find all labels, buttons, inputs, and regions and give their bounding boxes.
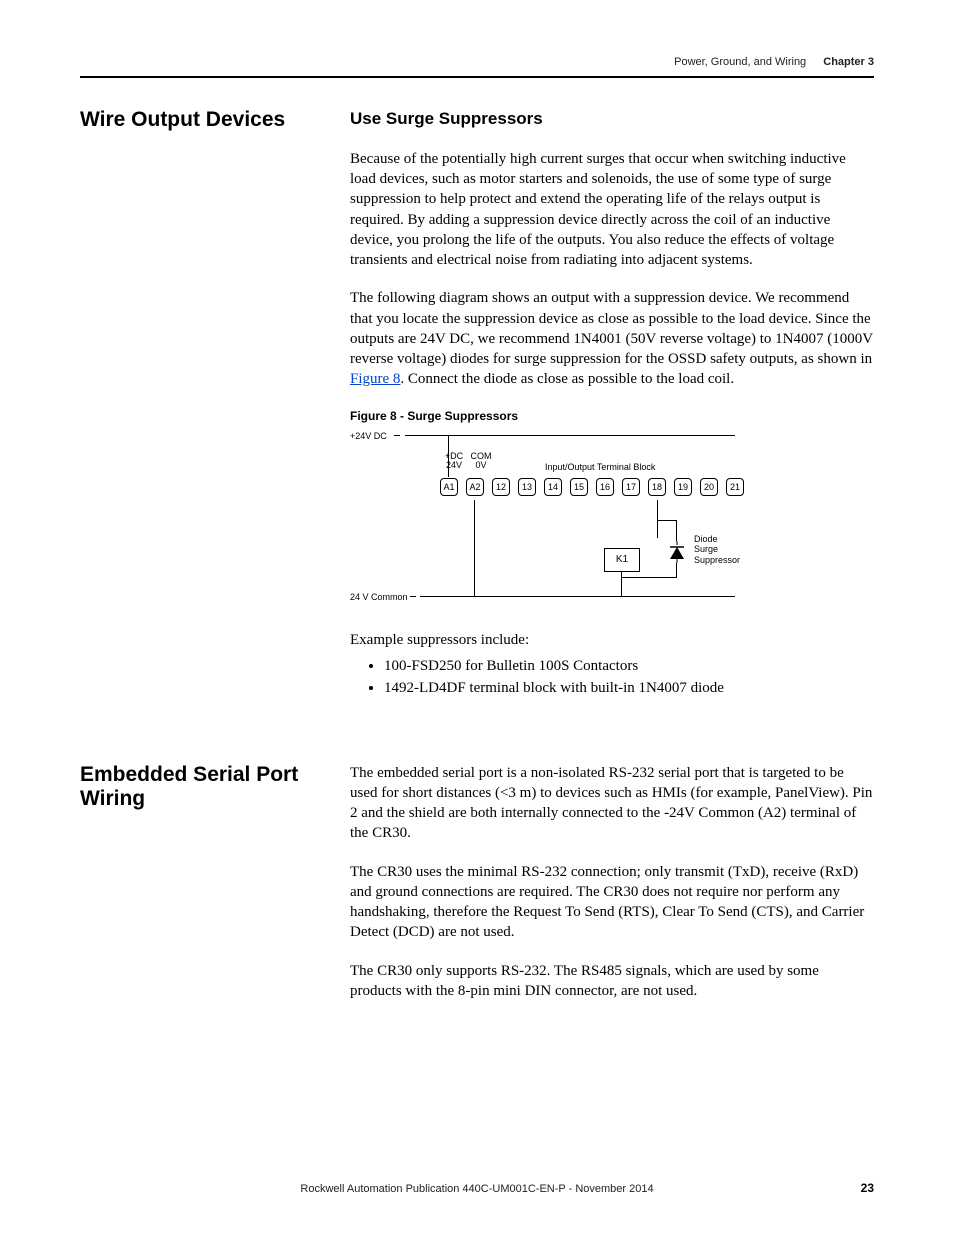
section1-body: Use Surge Suppressors Because of the pot…: [350, 108, 874, 717]
figure-8-diagram: +24V DC +DC 24V COM 0V Input/Output Term…: [350, 426, 780, 616]
header-chapter: Chapter 3: [823, 56, 874, 68]
header-rule: [80, 76, 874, 78]
wire-18-to-k1: [657, 500, 658, 538]
list-item: 1492-LD4DF terminal block with built-in …: [384, 678, 874, 698]
wire-bottom-rail: [420, 596, 735, 597]
examples-intro: Example suppressors include:: [350, 630, 874, 650]
terminal-19: 19: [674, 478, 692, 496]
terminal-14: 14: [544, 478, 562, 496]
footer-publication: Rockwell Automation Publication 440C-UM0…: [80, 1183, 874, 1195]
wire-branch-top: [657, 520, 677, 521]
sidehead-serial-port: Embedded Serial Port Wiring: [80, 763, 350, 811]
wire: [410, 596, 416, 597]
label-diode-suppressor: Diode Surge Suppressor: [694, 534, 740, 565]
label-24v-common: 24 V Common: [350, 591, 408, 603]
wire-k1-down: [621, 571, 622, 596]
wire-a1-up: [448, 435, 449, 477]
para-s2-p2: The CR30 uses the minimal RS-232 connect…: [350, 862, 874, 943]
wire-top-rail: [405, 435, 735, 436]
relay-k1: K1: [604, 548, 640, 572]
para-s1-p2: The following diagram shows an output wi…: [350, 288, 874, 389]
para-s1-p1: Because of the potentially high current …: [350, 149, 874, 271]
terminal-17: 17: [622, 478, 640, 496]
section2-body: The embedded serial port is a non-isolat…: [350, 763, 874, 1020]
terminal-block: A1 A2 12 13 14 15 16 17 18 19 20 21: [438, 474, 750, 502]
wire-diode-bot: [676, 563, 677, 578]
header-section: Power, Ground, and Wiring: [674, 56, 806, 68]
terminal-18: 18: [648, 478, 666, 496]
examples-list: 100-FSD250 for Bulletin 100S Contactors …: [350, 656, 874, 699]
subhead-surge-suppressors: Use Surge Suppressors: [350, 108, 874, 131]
section-serial-port: Embedded Serial Port Wiring The embedded…: [80, 763, 874, 1020]
terminal-12: 12: [492, 478, 510, 496]
page-number: 23: [861, 1181, 874, 1195]
terminal-13: 13: [518, 478, 536, 496]
label-io-block: Input/Output Terminal Block: [545, 461, 655, 473]
terminal-21: 21: [726, 478, 744, 496]
page: Power, Ground, and Wiring Chapter 3 Wire…: [0, 0, 954, 1235]
section-gap: [80, 717, 874, 763]
figure-8-caption: Figure 8 - Surge Suppressors: [350, 408, 874, 424]
para-s2-p3: The CR30 only supports RS-232. The RS485…: [350, 961, 874, 1002]
label-24vdc: +24V DC: [350, 430, 387, 442]
link-figure-8[interactable]: Figure 8: [350, 371, 400, 387]
para-s1-p2a: The following diagram shows an output wi…: [350, 290, 873, 367]
wire-diode-top: [676, 520, 677, 541]
terminal-16: 16: [596, 478, 614, 496]
wire-a2-down: [474, 500, 475, 596]
content-area: Wire Output Devices Use Surge Suppressor…: [80, 108, 874, 1019]
list-item: 100-FSD250 for Bulletin 100S Contactors: [384, 656, 874, 676]
para-s1-p2b: . Connect the diode as close as possible…: [400, 371, 734, 387]
running-header: Power, Ground, and Wiring Chapter 3: [674, 56, 874, 68]
terminal-a1: A1: [440, 478, 458, 496]
wire: [394, 435, 400, 436]
para-s2-p1: The embedded serial port is a non-isolat…: [350, 763, 874, 844]
label-com0v: COM 0V: [469, 452, 493, 470]
diode-icon: [668, 541, 686, 563]
label-dc24v: +DC 24V: [442, 452, 466, 470]
terminal-15: 15: [570, 478, 588, 496]
terminal-a2: A2: [466, 478, 484, 496]
sidehead-wire-output: Wire Output Devices: [80, 108, 350, 132]
wire-branch-bot: [621, 577, 677, 578]
terminal-20: 20: [700, 478, 718, 496]
section-wire-output: Wire Output Devices Use Surge Suppressor…: [80, 108, 874, 717]
